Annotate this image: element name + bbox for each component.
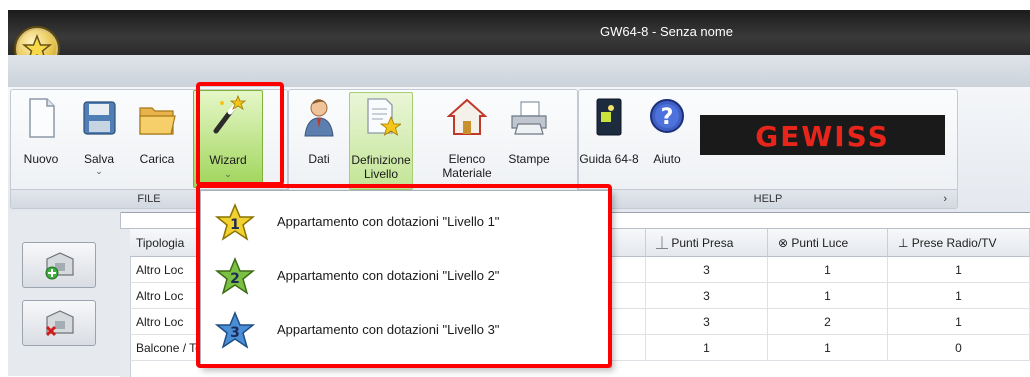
save-button-label: Salva <box>83 152 115 166</box>
cell-lights[interactable]: 2 <box>768 309 888 335</box>
document-star-icon <box>367 98 401 136</box>
expand-icon[interactable]: › <box>943 190 947 208</box>
ribbon-group-label-help: HELP › <box>579 189 957 208</box>
guide-book-icon <box>596 98 622 136</box>
house-icon <box>447 98 487 135</box>
add-room-icon <box>45 252 74 280</box>
column-header-lights[interactable]: ⊗ Punti Luce <box>768 229 888 257</box>
print-button-label: Stampe <box>508 152 550 166</box>
column-header-outlets[interactable]: ⏊ Punti Presa <box>646 229 768 257</box>
svg-text:?: ? <box>661 105 674 130</box>
new-button-label: Nuovo <box>23 152 59 166</box>
cell-radio-tv[interactable]: 1 <box>888 283 1030 309</box>
new-document-icon <box>29 98 55 138</box>
outlet-icon: ⏊ <box>656 236 669 250</box>
add-room-button[interactable] <box>22 242 96 288</box>
load-button-label: Carica <box>139 152 175 166</box>
delete-room-button[interactable] <box>22 300 96 346</box>
quick-access-bar <box>8 55 1030 88</box>
guide-button[interactable]: Guida 64-8 <box>579 94 639 182</box>
chevron-down-icon: ⌄ <box>95 166 103 176</box>
cell-lights[interactable]: 1 <box>768 257 888 283</box>
folder-icon <box>139 107 176 135</box>
column-header-outlets-label: Punti Presa <box>671 236 734 250</box>
guide-button-label: Guida 64-8 <box>579 152 639 166</box>
cell-radio-tv[interactable]: 1 <box>888 257 1030 283</box>
new-button[interactable]: Nuovo <box>13 94 69 182</box>
printer-icon <box>511 101 547 135</box>
light-point-icon: ⊗ <box>778 236 789 250</box>
floppy-disk-icon <box>83 101 116 135</box>
brand-logo-text: GEWISS <box>755 120 890 153</box>
help-group-label: HELP <box>753 193 783 205</box>
level-definition-button[interactable]: Definizione Livello <box>349 92 413 190</box>
cell-radio-tv[interactable]: 1 <box>888 309 1030 335</box>
cell-outlets[interactable]: 3 <box>646 257 768 283</box>
antenna-icon: ⊥ <box>898 236 909 250</box>
column-header-radio-tv-label: Prese Radio/TV <box>911 236 997 250</box>
highlight-wizard-button <box>196 82 284 186</box>
side-panel <box>8 212 121 376</box>
delete-room-icon <box>45 310 74 337</box>
help-icon: ? <box>650 99 684 133</box>
help-button[interactable]: ? Aiuto <box>639 94 695 182</box>
highlight-wizard-menu <box>196 184 612 368</box>
cell-lights[interactable]: 1 <box>768 283 888 309</box>
save-button[interactable]: Salva ⌄ <box>71 94 127 182</box>
level-definition-button-label: Definizione Livello <box>351 153 411 181</box>
column-header-lights-label: Punti Luce <box>791 236 849 250</box>
cell-outlets[interactable]: 1 <box>646 335 768 361</box>
cell-lights[interactable]: 1 <box>768 335 888 361</box>
brand-logo: GEWISS <box>700 115 945 155</box>
data-button[interactable]: Dati <box>291 94 347 182</box>
cell-outlets[interactable]: 3 <box>646 309 768 335</box>
window-title: GW64-8 - Senza nome <box>600 24 733 39</box>
print-button[interactable]: Stampe <box>501 94 557 182</box>
help-button-label: Aiuto <box>653 152 681 166</box>
user-icon <box>304 99 334 137</box>
material-list-button[interactable]: Elenco Materiale <box>439 94 495 182</box>
data-button-label: Dati <box>308 152 330 166</box>
column-header-radio-tv[interactable]: ⊥ Prese Radio/TV <box>888 229 1030 257</box>
cell-outlets[interactable]: 3 <box>646 283 768 309</box>
material-list-button-label: Elenco Materiale <box>442 152 492 180</box>
title-bar <box>8 10 1030 55</box>
load-button[interactable]: Carica <box>129 94 185 182</box>
cell-radio-tv[interactable]: 0 <box>888 335 1030 361</box>
